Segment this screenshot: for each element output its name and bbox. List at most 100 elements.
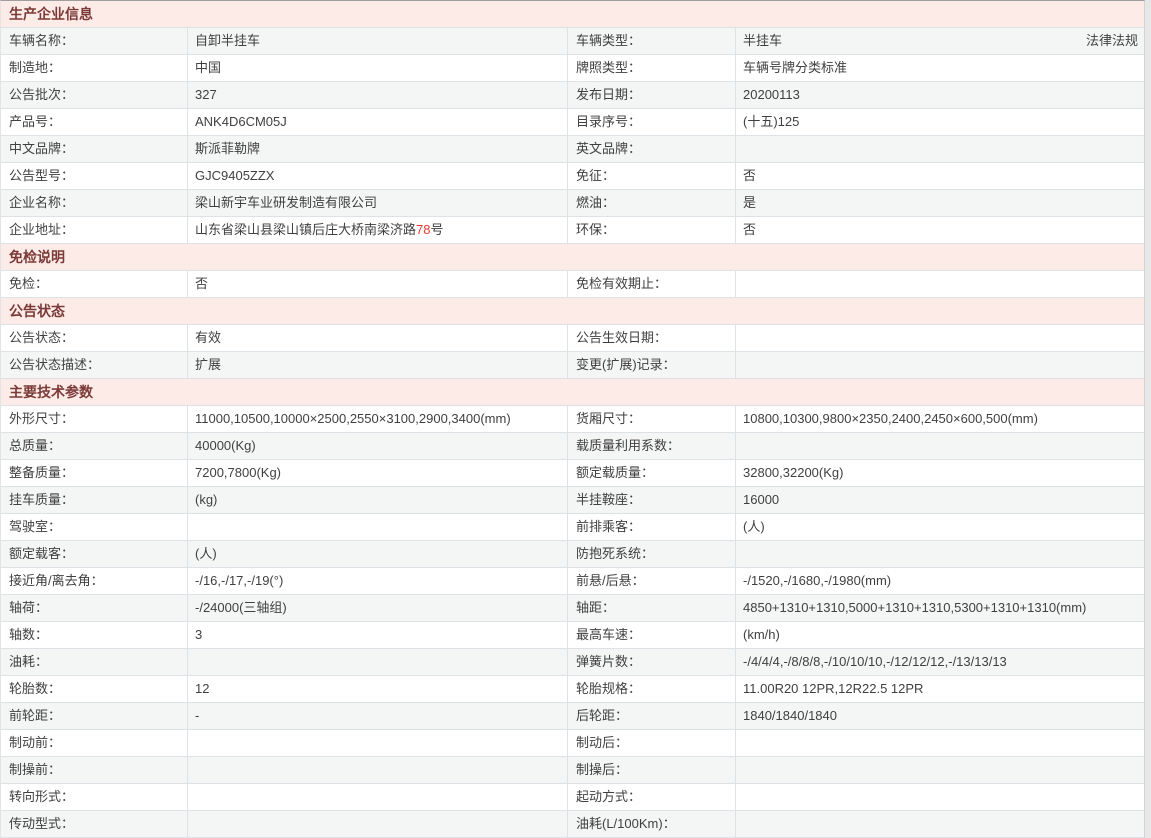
field-value: 12 [195, 681, 209, 696]
field-label: 车辆类型： [576, 33, 641, 48]
field-label: 公告批次： [9, 87, 74, 102]
field-label: 企业名称： [9, 195, 74, 210]
label-cell: 发布日期： [567, 82, 735, 108]
table-row: 整备质量：7200,7800(Kg)额定载质量：32800,32200(Kg) [1, 460, 1144, 487]
field-value: 7200,7800(Kg) [195, 465, 281, 480]
table-row: 轮胎数：12轮胎规格：11.00R20 12PR,12R22.5 12PR [1, 676, 1144, 703]
table-row: 公告状态： 有效 公告生效日期： [1, 325, 1144, 352]
legal-regulations-link[interactable]: 法律法规 [1086, 28, 1138, 54]
value-cell: -/16,-/17,-/19(°) [187, 568, 567, 594]
value-cell: 是 [735, 190, 1144, 216]
field-value: 自卸半挂车 [195, 33, 260, 48]
table-row: 挂车质量：(kg)半挂鞍座：16000 [1, 487, 1144, 514]
label-cell: 英文品牌： [567, 136, 735, 162]
field-label: 起动方式： [576, 789, 641, 804]
field-label: 载质量利用系数： [576, 438, 680, 453]
label-cell: 变更(扩展)记录： [567, 352, 735, 378]
section-title: 免检说明 [1, 244, 65, 270]
value-cell [735, 757, 1144, 783]
label-cell: 公告生效日期： [567, 325, 735, 351]
field-label: 发布日期： [576, 87, 641, 102]
field-value: 11000,10500,10000×2500,2550×3100,2900,34… [195, 411, 511, 426]
field-value: -/24000(三轴组) [195, 600, 287, 615]
value-cell: 10800,10300,9800×2350,2400,2450×600,500(… [735, 406, 1144, 432]
table-row: 制操前：制操后： [1, 757, 1144, 784]
field-label: 产品号： [9, 114, 61, 129]
value-cell: 7200,7800(Kg) [187, 460, 567, 486]
label-cell: 整备质量： [1, 460, 187, 486]
value-cell: -/24000(三轴组) [187, 595, 567, 621]
table-row: 轴荷：-/24000(三轴组)轴距：4850+1310+1310,5000+13… [1, 595, 1144, 622]
section-header-row: 生产企业信息 [1, 1, 1144, 28]
field-label: 轮胎数： [9, 681, 61, 696]
value-cell: ANK4D6CM05J [187, 109, 567, 135]
field-label: 变更(扩展)记录： [576, 357, 676, 372]
table-row: 驾驶室：前排乘客：(人) [1, 514, 1144, 541]
field-label: 公告状态： [9, 330, 74, 345]
table-row: 制造地：中国牌照类型：车辆号牌分类标准 [1, 55, 1144, 82]
field-value: 有效 [195, 330, 221, 345]
field-label: 目录序号： [576, 114, 641, 129]
field-label: 牌照类型： [576, 60, 641, 75]
field-label: 英文品牌： [576, 141, 641, 156]
field-value: 3 [195, 627, 202, 642]
table-row: 中文品牌：斯派菲勒牌英文品牌： [1, 136, 1144, 163]
field-value: -/16,-/17,-/19(°) [195, 573, 283, 588]
field-value: 否 [743, 163, 756, 189]
value-cell [187, 730, 567, 756]
label-cell: 最高车速： [567, 622, 735, 648]
field-label: 货厢尺寸： [576, 411, 641, 426]
table-row: 油耗： 弹簧片数： -/4/4/4,-/8/8/8,-/10/10/10,-/12/… [1, 649, 1144, 676]
value-cell [187, 514, 567, 540]
value-cell: (kg) [187, 487, 567, 513]
field-label: 免检： [9, 276, 48, 291]
value-cell: 16000 [735, 487, 1144, 513]
field-label: 额定载质量： [576, 465, 654, 480]
value-cell: 梁山新宇车业研发制造有限公司 [187, 190, 567, 216]
value-cell: 327 [187, 82, 567, 108]
field-label: 前轮距： [9, 708, 61, 723]
label-cell: 前排乘客： [567, 514, 735, 540]
field-label: 外形尺寸： [9, 411, 74, 426]
value-cell: 11.00R20 12PR,12R22.5 12PR [735, 676, 1144, 702]
value-cell: 3 [187, 622, 567, 648]
field-value: 4850+1310+1310,5000+1310+1310,5300+1310+… [743, 595, 1086, 621]
value-cell: 中国 [187, 55, 567, 81]
table-row: 传动型式：油耗(L/100Km)： [1, 811, 1144, 838]
value-cell [187, 649, 567, 675]
table-row: 车辆名称：自卸半挂车车辆类型：半挂车法律法规 [1, 28, 1144, 55]
section-header-row: 免检说明 [1, 244, 1144, 271]
field-value: 否 [195, 276, 208, 291]
table-row: 产品号： ANK4D6CM05J 目录序号： (十五)125 [1, 109, 1144, 136]
field-label: 后轮距： [576, 708, 628, 723]
value-cell: 车辆号牌分类标准 [735, 55, 1144, 81]
field-value: 是 [743, 190, 756, 216]
field-label: 油耗： [9, 654, 48, 669]
field-value: (十五)125 [743, 109, 799, 135]
value-cell [735, 811, 1144, 837]
table-row: 免检： 否 免检有效期止： [1, 271, 1144, 298]
value-cell: (人) [735, 514, 1144, 540]
label-cell: 前悬/后悬： [567, 568, 735, 594]
table-row: 企业名称：梁山新宇车业研发制造有限公司燃油：是 [1, 190, 1144, 217]
value-cell: -/1520,-/1680,-/1980(mm) [735, 568, 1144, 594]
label-cell: 后轮距： [567, 703, 735, 729]
field-label: 弹簧片数： [576, 654, 641, 669]
label-cell: 额定载客： [1, 541, 187, 567]
value-cell [187, 811, 567, 837]
label-cell: 产品号： [1, 109, 187, 135]
table-row: 转向形式： 起动方式： [1, 784, 1144, 811]
field-label: 防抱死系统： [576, 546, 654, 561]
field-value: 斯派菲勒牌 [195, 141, 260, 156]
label-cell: 免征： [567, 163, 735, 189]
field-value: 号 [430, 222, 443, 237]
label-cell: 轮胎数： [1, 676, 187, 702]
field-label: 免检有效期止： [576, 276, 667, 291]
label-cell: 外形尺寸： [1, 406, 187, 432]
field-value: 11.00R20 12PR,12R22.5 12PR [743, 676, 923, 702]
field-label: 转向形式： [9, 789, 74, 804]
value-cell: 扩展 [187, 352, 567, 378]
field-label: 油耗(L/100Km)： [576, 816, 676, 831]
value-cell: -/4/4/4,-/8/8/8,-/10/10/10,-/12/12/12,-/… [735, 649, 1144, 675]
field-value: -/1520,-/1680,-/1980(mm) [743, 568, 891, 594]
